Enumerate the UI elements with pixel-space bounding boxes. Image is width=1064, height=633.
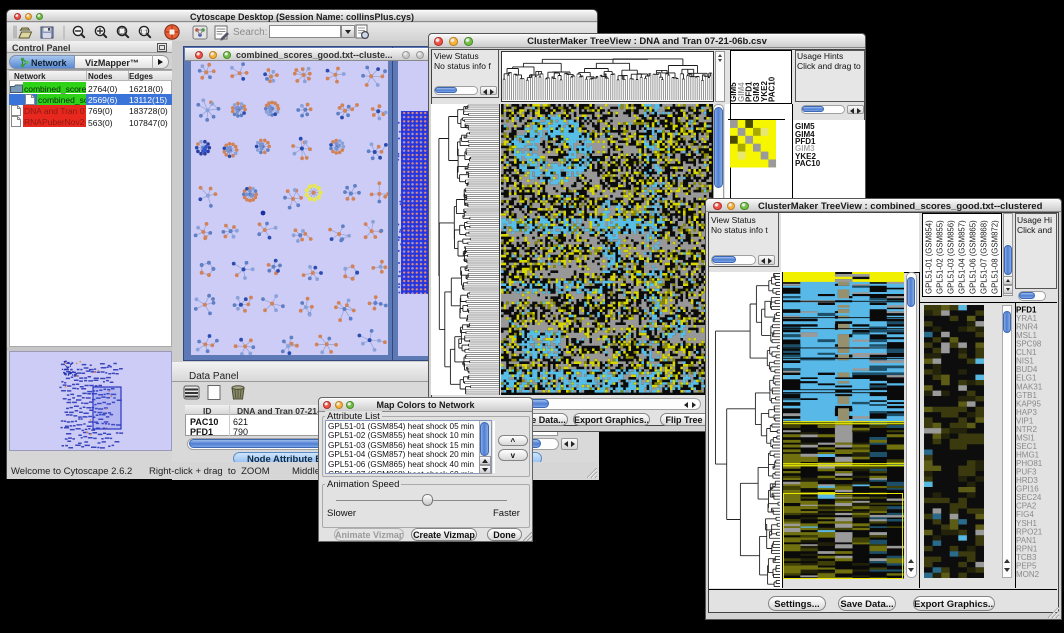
svg-text:1:1: 1:1 (140, 29, 148, 35)
svg-text:MON2: MON2 (1016, 570, 1040, 579)
svg-text:PAC10: PAC10 (768, 76, 777, 102)
